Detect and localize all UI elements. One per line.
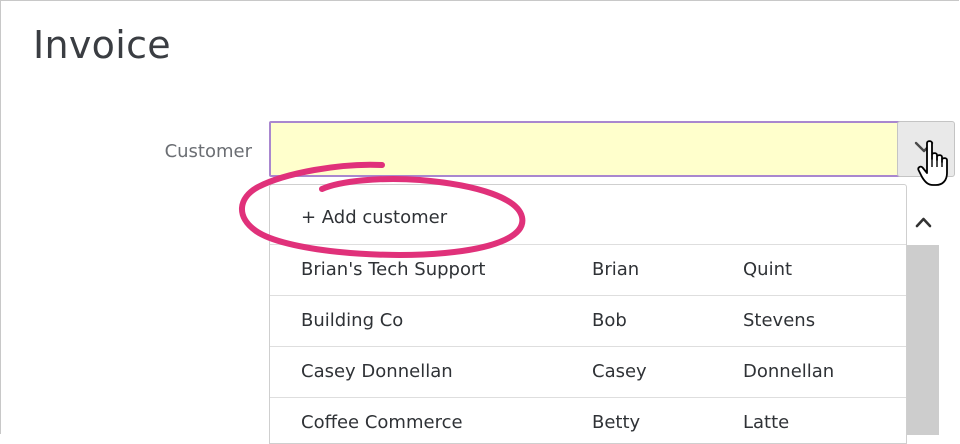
- dropdown-scrollbar[interactable]: [907, 199, 939, 435]
- customer-first-name: Brian: [592, 259, 640, 280]
- customer-label: Customer: [164, 141, 252, 162]
- customer-first-name: Bob: [592, 310, 627, 331]
- customer-first-name: Casey: [592, 361, 647, 382]
- customer-input[interactable]: [269, 121, 902, 177]
- customer-last-name: Quint: [743, 259, 793, 280]
- list-item[interactable]: Building Co Bob Stevens: [270, 296, 906, 347]
- customer-company: Coffee Commerce: [301, 412, 463, 433]
- scroll-up-button[interactable]: [907, 199, 939, 245]
- chevron-down-icon: [914, 141, 934, 153]
- customer-company: Casey Donnellan: [301, 361, 453, 382]
- customer-last-name: Latte: [743, 412, 790, 433]
- customer-first-name: Betty: [592, 412, 641, 433]
- chevron-up-icon: [915, 217, 932, 228]
- customer-last-name: Donnellan: [743, 361, 835, 382]
- customer-company: Building Co: [301, 310, 404, 331]
- customer-last-name: Stevens: [743, 310, 816, 331]
- list-item[interactable]: Coffee Commerce Betty Latte: [270, 398, 906, 443]
- customer-company: Brian's Tech Support: [301, 259, 486, 280]
- list-item[interactable]: Casey Donnellan Casey Donnellan: [270, 347, 906, 398]
- page-title: Invoice: [33, 23, 171, 67]
- customer-dropdown-button[interactable]: [897, 121, 955, 177]
- customer-dropdown-list: + Add customer Brian's Tech Support Bria…: [269, 184, 907, 444]
- add-customer-label: + Add customer: [301, 207, 448, 228]
- list-item[interactable]: Brian's Tech Support Brian Quint: [270, 245, 906, 296]
- scrollbar-thumb[interactable]: [907, 245, 939, 435]
- add-customer-option[interactable]: + Add customer: [270, 185, 906, 245]
